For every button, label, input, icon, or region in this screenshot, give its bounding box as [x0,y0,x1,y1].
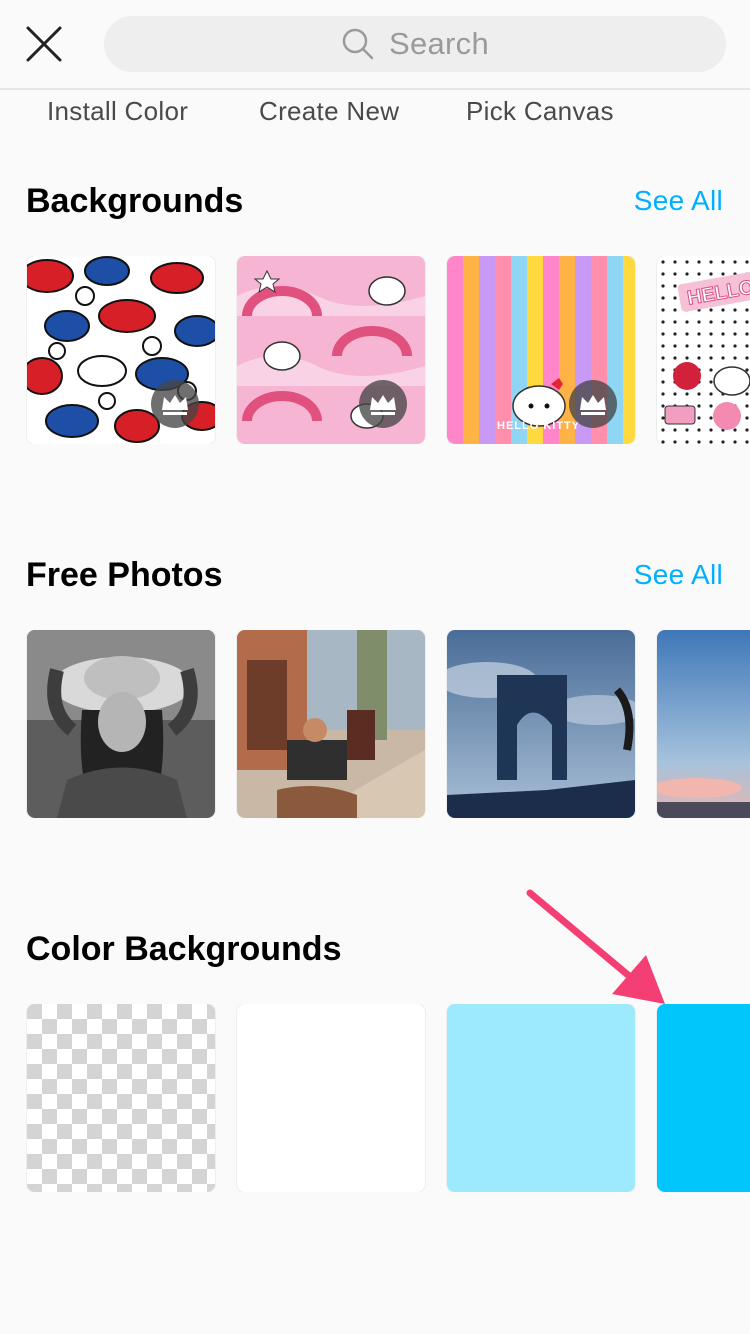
photo-thumb-woman-hat[interactable] [27,630,215,818]
tab-create-new[interactable]: Create New [259,96,399,127]
crown-icon [580,395,606,415]
tab-pick-canvas[interactable]: Pick Canvas [466,96,614,127]
background-thumb-bows[interactable] [27,256,215,444]
tab-install-color[interactable]: Install Color [47,96,188,127]
search-icon [342,28,374,60]
premium-badge [151,380,199,428]
quick-tabs: Install Color Create New Pick Canvas [0,90,750,138]
color-swatch-white[interactable] [237,1004,425,1192]
premium-badge [359,380,407,428]
premium-badge [569,380,617,428]
close-button[interactable] [22,22,66,66]
background-thumb-polka-dots[interactable]: HELLO [657,256,750,444]
crown-icon [162,395,188,415]
color-backgrounds-title: Color Backgrounds [26,930,342,968]
free-photos-see-all-link[interactable]: See All [634,559,723,591]
backgrounds-row: HELLO KITTY HELLO [0,256,750,444]
free-photos-row [0,630,750,818]
color-swatch-bright-blue[interactable] [657,1004,750,1192]
photo-thumb-stone-arch[interactable] [447,630,635,818]
photo-thumb-sunset-sky[interactable] [657,630,750,818]
color-swatch-light-blue[interactable] [447,1004,635,1192]
free-photos-title: Free Photos [26,556,223,594]
crown-icon [370,395,396,415]
close-icon [26,26,62,62]
background-thumb-pink-rainbows[interactable] [237,256,425,444]
backgrounds-title: Backgrounds [26,182,244,220]
search-placeholder: Search [388,26,490,61]
color-backgrounds-row [0,1004,750,1192]
color-swatch-transparent[interactable] [27,1004,215,1192]
photo-thumb-man-sidewalk[interactable] [237,630,425,818]
backgrounds-see-all-link[interactable]: See All [634,185,723,217]
hello-kitty-label: HELLO KITTY [497,420,581,432]
top-bar: Search [0,0,750,89]
background-thumb-rainbow-stripes[interactable]: HELLO KITTY [447,256,635,444]
search-input[interactable]: Search [104,16,726,72]
